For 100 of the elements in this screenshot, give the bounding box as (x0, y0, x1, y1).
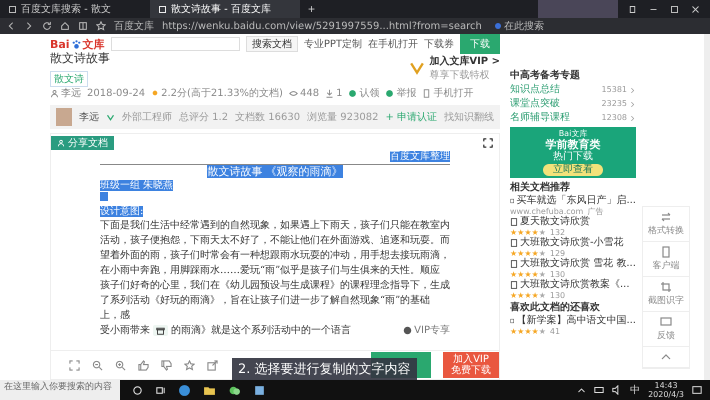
document-icon (510, 218, 518, 226)
refresh-icon[interactable] (42, 21, 52, 31)
uploader-name[interactable]: 李远 (79, 110, 99, 124)
cortana-icon[interactable] (132, 384, 143, 396)
ad-label: 广告 (587, 207, 604, 216)
zoom-out-icon[interactable] (92, 360, 103, 370)
ad-button[interactable]: 立即查看 (543, 164, 603, 176)
gift-icon (156, 326, 165, 335)
related-doc-link[interactable]: 大班散文诗欣赏教案《... (510, 279, 636, 291)
coupon-link[interactable]: 下载券 (424, 37, 454, 51)
related-doc-link[interactable]: 【新学案】高中语文中国... (510, 315, 636, 327)
network-icon[interactable] (594, 385, 604, 395)
body-paragraph: 下面是我们生活中经常遇到的自然现象，如果遇上下雨天，孩子们只能在教室内活动，孩子便抱怨，下雨天太不好了，不能让他们在外面游戏、追逐和玩耍。而望着外面的雨，孩子们时常会有一种想跟雨水玩耍的冲动，用手想去接玩雨滴，在小雨中奔跑，用脚踩雨水……爱玩“雨”似乎是孩子们与生俱来的天性。顺应孩子们好奇的心里，我们在《幼儿园预设与生成课程》的课程理念指导下，生成了系列活动《好玩的雨滴》，旨在让孩子们进一步了解自然现象“雨”的基础上，感 (100, 218, 450, 323)
search-button[interactable]: 搜索文档 (246, 36, 298, 52)
app-icon[interactable] (253, 384, 266, 396)
star-icon: ★ (517, 291, 524, 300)
chevron-up-icon[interactable] (577, 386, 586, 394)
star-icon: ★ (532, 270, 539, 279)
vip-promo[interactable]: VIP专享 (403, 323, 450, 338)
note-text: 百度文库整理 (390, 151, 450, 162)
vip-link[interactable]: 加入文库VIP > (429, 54, 500, 68)
star-icon: ★ (524, 249, 532, 258)
report-icon (385, 88, 394, 98)
thumbs-down-icon[interactable] (161, 360, 172, 370)
search-field[interactable] (110, 37, 240, 51)
author-name[interactable]: 李远 (61, 86, 81, 100)
browser-tab[interactable]: 百度文库搜索 - 散文 (0, 0, 150, 18)
reader-icon[interactable] (78, 21, 88, 31)
byline-text: 班级一组 朱晓燕 (100, 180, 174, 191)
document-icon (510, 281, 518, 289)
share-icon[interactable] (207, 360, 218, 370)
chat-bubbles-icon[interactable] (228, 384, 241, 396)
ad-url: www.chefuba.com (510, 207, 584, 216)
browser-icon[interactable] (178, 384, 191, 396)
url-field[interactable]: https://wenku.baidu.com/view/5291997559...html?from=search (162, 20, 482, 32)
topic-link[interactable]: 知识点总结 (510, 84, 560, 96)
claim-link[interactable]: 认领 (359, 86, 380, 100)
zoom-in-icon[interactable] (115, 360, 126, 370)
mobile-link[interactable]: 手机打开 (433, 86, 474, 100)
page-icon (158, 4, 167, 14)
download-icon (325, 88, 334, 98)
ad-banner[interactable]: Bai文库 学前教育类 热门下载 立即查看 (510, 127, 636, 178)
new-tab-button[interactable]: + (300, 0, 324, 18)
star-icon: ★ (517, 327, 524, 336)
document-heading: 散文诗故事 《观察的雨滴》 (207, 165, 343, 178)
report-link[interactable]: 举报 (396, 86, 416, 100)
ad-subtitle: 热门下载 (553, 151, 593, 163)
task-view-icon[interactable] (155, 384, 166, 396)
related-doc-link[interactable]: 买车就选「东风日产」启... (510, 195, 636, 207)
topic-link[interactable]: 课堂点突破 (510, 98, 560, 110)
taskbar-search-field[interactable]: 在这里输入你要搜索的内容 (0, 380, 120, 400)
site-logo[interactable]: Bai 文库 (50, 36, 105, 52)
star-icon: ★ (517, 270, 524, 279)
promo-popup[interactable] (153, 325, 168, 336)
star-icon[interactable] (184, 360, 195, 370)
bookmark-label[interactable]: 百度文库 (114, 19, 154, 33)
crop-icon (660, 281, 672, 293)
vip-download-button[interactable]: 加入VIP 免费下载 (443, 352, 499, 378)
close-icon[interactable] (691, 4, 700, 14)
clock-date[interactable]: 2020/4/3 (648, 390, 684, 399)
star-icon: ★ (538, 228, 546, 237)
ad-title: 学前教育类 (546, 138, 600, 151)
star-icon[interactable] (96, 21, 106, 31)
fullscreen-icon[interactable] (483, 138, 493, 148)
star-icon: ★ (532, 291, 539, 300)
related-doc-link[interactable]: 大班散文诗欣赏-小雪花 (510, 237, 636, 249)
read-count: 129 (550, 249, 566, 258)
scrollbar[interactable] (704, 34, 710, 380)
download-count: 1 (336, 88, 342, 98)
read-count: 132 (550, 228, 566, 237)
address-search[interactable]: 在此搜索 (495, 19, 544, 33)
maximize-icon[interactable] (670, 4, 679, 14)
vip-chevron-icon (409, 61, 426, 75)
document-icon (510, 260, 518, 268)
topic-link[interactable]: 名师辅导课程 (510, 112, 570, 124)
clock-time[interactable]: 14:43 (654, 381, 678, 390)
input-method-indicator[interactable]: 中 (630, 383, 640, 397)
star-icon: ★ (538, 249, 546, 258)
star-icon: ★ (510, 327, 518, 336)
topic-count: 12308 (602, 112, 627, 124)
view-count: 448 (300, 88, 320, 98)
thumbs-up-icon[interactable] (138, 360, 149, 370)
forward-icon[interactable] (24, 21, 34, 31)
header-link[interactable]: 专业PPT定制 (304, 37, 362, 51)
star-icon: ★ (517, 249, 524, 258)
section-heading: 设计意图: (100, 206, 144, 217)
section-title: 相关文档推荐 (510, 182, 571, 194)
home-icon[interactable] (60, 21, 70, 31)
vip-dot-icon (403, 326, 412, 335)
eye-icon (288, 88, 298, 98)
related-doc-link[interactable]: 夏天散文诗欣赏 (510, 216, 636, 228)
star-icon: ★ (524, 291, 532, 300)
header-link[interactable]: 在手机打开 (368, 37, 418, 51)
phone-icon (660, 246, 672, 258)
uploader-role: 外部工程师 (122, 110, 172, 124)
star-icon: ★ (524, 327, 532, 336)
browser-tab[interactable]: 散文诗故事 - 百度文库 (150, 0, 300, 18)
related-doc-link[interactable]: 大班散文诗欣赏 雪花 教... (510, 258, 636, 270)
body-text: 的雨滴》就是这个系列活动中的一个语言 (171, 324, 351, 338)
back-icon[interactable] (6, 21, 16, 31)
